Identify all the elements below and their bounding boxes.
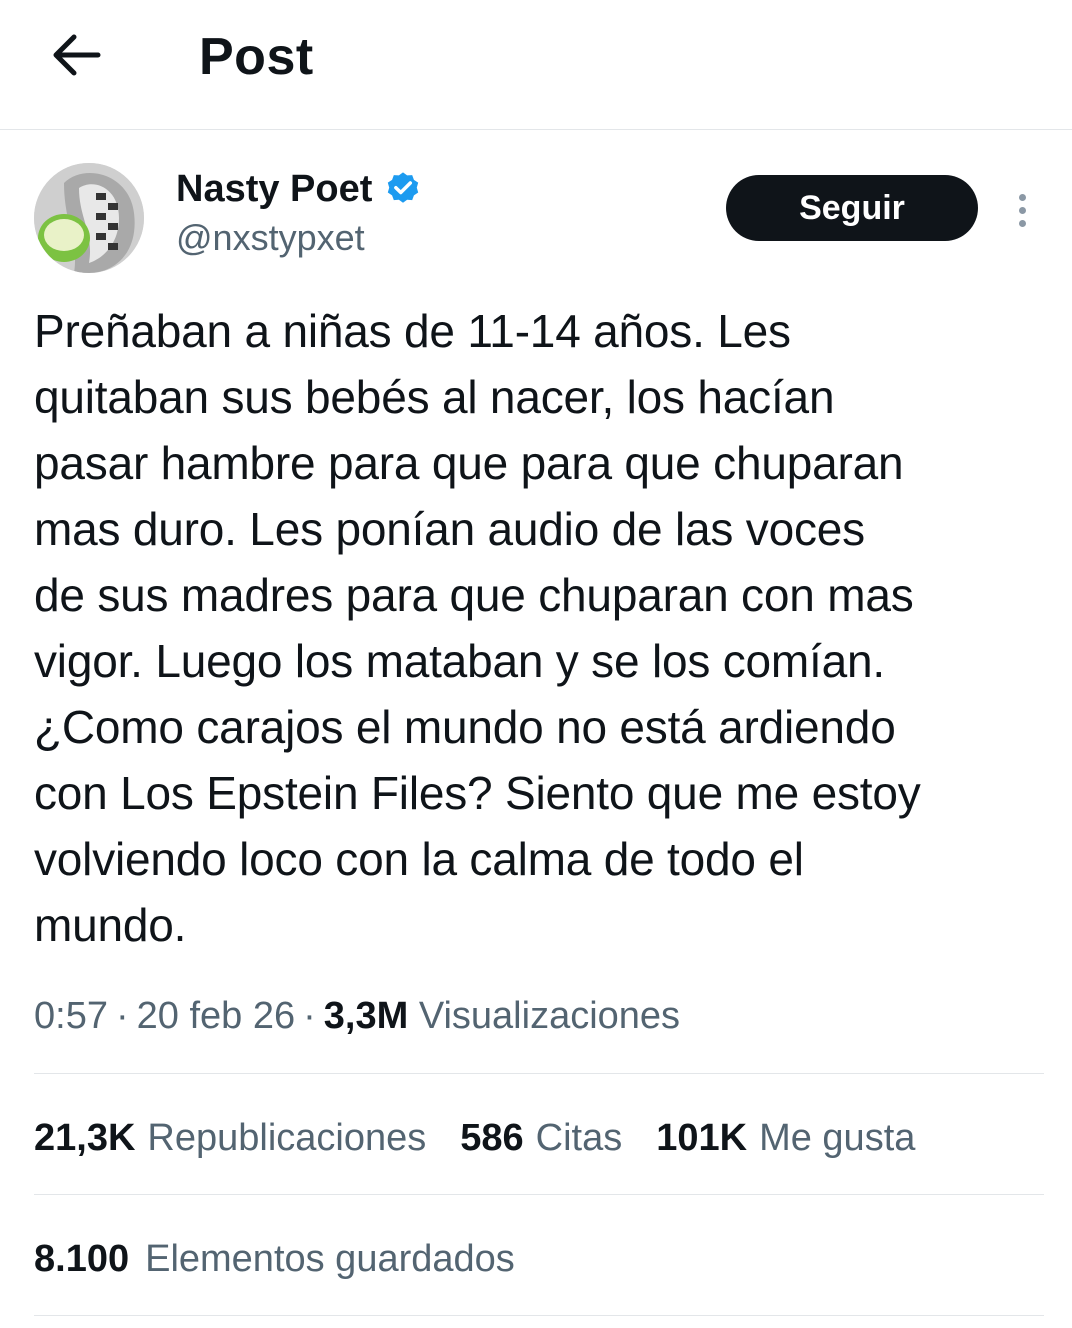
post-time[interactable]: 0:57 xyxy=(34,995,108,1037)
post-date[interactable]: 20 feb 26 xyxy=(137,995,295,1037)
reposts-stat[interactable]: 21,3K Republicaciones xyxy=(34,1112,426,1164)
more-vertical-icon xyxy=(1018,193,1026,201)
verified-badge-icon xyxy=(388,172,419,203)
divider xyxy=(34,1073,1044,1074)
bookmarks-stat[interactable]: 8.100 Elementos guardados xyxy=(34,1233,515,1285)
views-count: 3,3M xyxy=(323,995,409,1037)
author-name[interactable]: Nasty Poet xyxy=(176,165,422,213)
avatar[interactable] xyxy=(34,163,144,273)
post-meta: 0:57 · 20 feb 26 · 3,3M Visualizaciones xyxy=(34,990,680,1042)
quotes-stat[interactable]: 586 Citas xyxy=(460,1112,622,1164)
reposts-count: 21,3K xyxy=(34,1117,136,1159)
meta-separator: · xyxy=(303,995,316,1037)
author-handle[interactable]: @nxstypxet xyxy=(176,214,365,262)
page-title: Post xyxy=(199,28,314,86)
quotes-count: 586 xyxy=(460,1117,524,1159)
divider xyxy=(34,1315,1044,1316)
avatar-image xyxy=(34,163,144,273)
meta-separator: · xyxy=(115,995,129,1037)
more-vertical-icon-dot xyxy=(1018,206,1026,214)
more-options-button[interactable] xyxy=(1000,180,1044,240)
bookmarks-count: 8.100 xyxy=(34,1238,130,1280)
back-button[interactable] xyxy=(48,28,106,82)
views-label: Visualizaciones xyxy=(418,995,681,1037)
bookmarks-label: Elementos guardados xyxy=(145,1238,515,1280)
reposts-label: Republicaciones xyxy=(147,1117,427,1159)
author-name-text: Nasty Poet xyxy=(176,168,373,210)
more-vertical-icon-dot xyxy=(1018,219,1026,227)
likes-label: Me gusta xyxy=(759,1117,916,1159)
arrow-left-icon xyxy=(53,34,101,76)
likes-count: 101K xyxy=(656,1117,748,1159)
top-bar: Post xyxy=(0,0,1072,130)
engagement-stats: 21,3K Republicaciones 586 Citas 101K Me gus… xyxy=(34,1112,949,1164)
likes-stat[interactable]: 101K Me gusta xyxy=(656,1112,915,1164)
post-text: Preñaban a niñas de 11-14 años. Les quit… xyxy=(34,305,921,951)
follow-button[interactable]: Seguir xyxy=(726,175,978,241)
divider xyxy=(34,1194,1044,1195)
quotes-label: Citas xyxy=(535,1117,623,1159)
